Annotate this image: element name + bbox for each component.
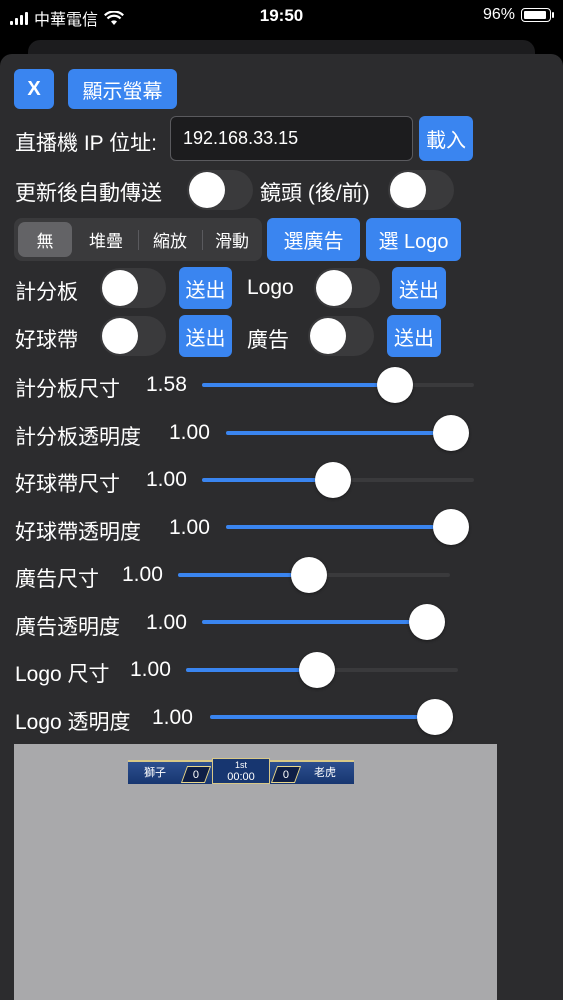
segment-divider	[202, 230, 203, 250]
slider-fill	[202, 620, 427, 624]
toggle-knob	[102, 318, 138, 354]
toggle-knob	[316, 270, 352, 306]
slider-value: 1.00	[152, 706, 193, 729]
toggle-knob	[390, 172, 426, 208]
choose-logo-button[interactable]: 選 Logo	[366, 218, 461, 261]
slider-value: 1.00	[169, 516, 210, 539]
slider-thumb[interactable]	[433, 509, 469, 545]
scoreboard-toggle[interactable]	[100, 268, 166, 308]
scoreboard-send-button[interactable]: 送出	[179, 267, 232, 309]
segment-divider	[138, 230, 139, 250]
toggle-knob	[189, 172, 225, 208]
logo-send-button[interactable]: 送出	[392, 267, 446, 309]
slider-label: Logo 透明度	[15, 711, 131, 734]
lens-toggle[interactable]	[388, 170, 454, 210]
slider-value: 1.00	[146, 611, 187, 634]
slider-thumb[interactable]	[433, 415, 469, 451]
slider-label: Logo 尺寸	[15, 663, 110, 686]
away-team: 老虎	[314, 767, 336, 779]
slider[interactable]	[178, 557, 450, 593]
scoreboard-overlay: 獅子 0 1st 00:00 0 老虎	[128, 758, 354, 784]
auto-send-toggle[interactable]	[187, 170, 253, 210]
battery-group: 96%	[482, 6, 554, 24]
scoreboard-label: 計分板	[15, 281, 78, 304]
slider-label: 好球帶透明度	[15, 521, 141, 544]
slider-thumb[interactable]	[376, 367, 413, 403]
slider-value: 1.00	[122, 563, 163, 586]
slider[interactable]	[202, 604, 445, 640]
slider-label: 好球帶尺寸	[15, 473, 120, 496]
status-bar: 中華電信 19:50 96%	[0, 0, 563, 34]
segment-zoom[interactable]: 縮放	[140, 222, 200, 257]
slider-fill	[178, 573, 310, 577]
home-team: 獅子	[144, 767, 166, 779]
slider-label: 廣告尺寸	[15, 568, 99, 591]
slider[interactable]	[226, 509, 469, 545]
slider-label: 計分板透明度	[15, 426, 141, 449]
slider-thumb[interactable]	[409, 604, 445, 640]
ticker-send-button[interactable]: 送出	[179, 315, 232, 357]
ip-input[interactable]: 192.168.33.15	[170, 116, 413, 161]
ad-send-button[interactable]: 送出	[387, 315, 441, 357]
inning: 1st	[234, 760, 247, 770]
slider[interactable]	[226, 415, 469, 451]
ticker-toggle[interactable]	[100, 316, 166, 356]
slider-fill	[210, 715, 435, 719]
ad-label: 廣告	[247, 329, 289, 352]
slider-thumb[interactable]	[299, 652, 336, 688]
logo-label: Logo	[247, 276, 294, 299]
slider-fill	[226, 431, 451, 435]
lens-label: 鏡頭 (後/前)	[260, 182, 370, 205]
slider[interactable]	[210, 699, 453, 735]
slider-fill	[202, 478, 334, 482]
slider-thumb[interactable]	[315, 462, 352, 498]
slider-fill	[226, 525, 451, 529]
preview-area: 獅子 0 1st 00:00 0 老虎	[14, 744, 497, 1000]
show-screen-button[interactable]: 顯示螢幕	[68, 69, 177, 109]
auto-send-label: 更新後自動傳送	[15, 182, 162, 205]
close-button[interactable]: X	[14, 69, 54, 109]
battery-percent: 96%	[482, 6, 515, 23]
slider-value: 1.00	[169, 421, 210, 444]
slider-value: 1.00	[146, 468, 187, 491]
slider-fill	[186, 668, 318, 672]
transition-segmented-control: 無 堆疊 縮放 滑動	[14, 218, 262, 261]
ip-label: 直播機 IP 位址:	[15, 132, 157, 155]
game-clock: 00:00	[227, 771, 255, 783]
choose-ad-button[interactable]: 選廣告	[267, 218, 360, 261]
slider-label: 計分板尺寸	[15, 378, 120, 401]
slider-label: 廣告透明度	[15, 616, 120, 639]
slider[interactable]	[202, 462, 474, 498]
slider[interactable]	[186, 652, 458, 688]
slider-thumb[interactable]	[291, 557, 328, 593]
slider-thumb[interactable]	[417, 699, 453, 735]
toggle-knob	[310, 318, 346, 354]
slider-value: 1.00	[130, 658, 171, 681]
segment-stack[interactable]: 堆疊	[76, 222, 136, 257]
load-button[interactable]: 載入	[419, 116, 473, 161]
segment-none[interactable]: 無	[18, 222, 72, 257]
slider-fill	[202, 383, 395, 387]
battery-icon	[521, 8, 554, 22]
slider-value: 1.58	[146, 373, 187, 396]
clock: 19:50	[259, 6, 304, 25]
scoreboard-center: 1st 00:00	[212, 758, 270, 784]
ticker-label: 好球帶	[15, 329, 78, 352]
toggle-knob	[102, 270, 138, 306]
ad-toggle[interactable]	[308, 316, 374, 356]
slider[interactable]	[202, 367, 474, 403]
logo-toggle[interactable]	[314, 268, 380, 308]
segment-slide[interactable]: 滑動	[204, 222, 260, 257]
